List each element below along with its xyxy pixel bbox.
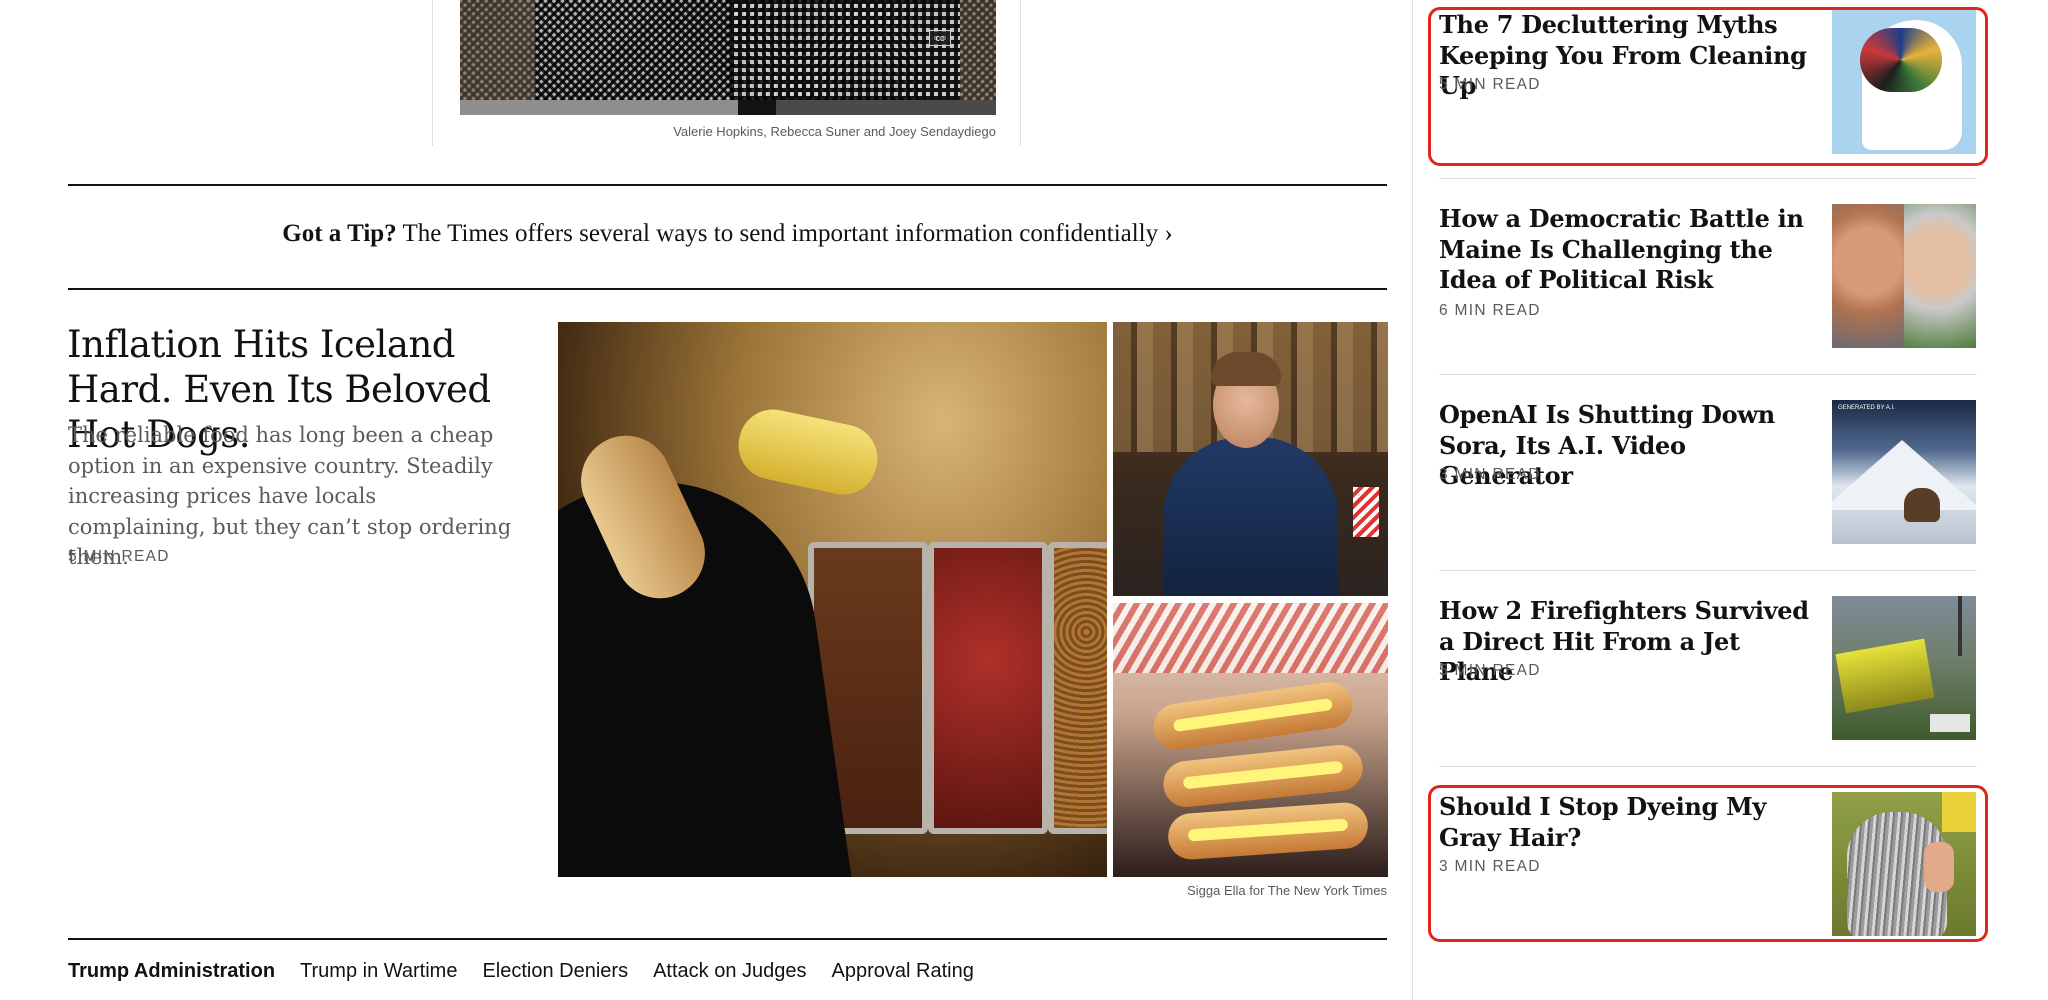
photo-detail	[1166, 801, 1370, 861]
thumb-detail	[1904, 488, 1940, 522]
sidebar-article[interactable]: Should I Stop Dyeing My Gray Hair? 3 MIN…	[1439, 792, 1977, 936]
photo-detail	[1048, 542, 1107, 834]
thumb-detail	[1924, 842, 1954, 892]
sidebar-rule	[1439, 178, 1977, 179]
sidebar-article-thumbnail[interactable]	[1832, 204, 1976, 348]
sidebar-article[interactable]: How 2 Firefighters Survived a Direct Hit…	[1439, 596, 1977, 740]
sidebar-rule	[1439, 374, 1977, 375]
sidebar-article-thumbnail[interactable]	[1832, 10, 1976, 154]
sidebar-article-title[interactable]: Should I Stop Dyeing My Gray Hair?	[1439, 792, 1809, 853]
sidebar-article-read-time: 5 MIN READ	[1439, 662, 1541, 679]
sidebar-article-thumbnail[interactable]	[1832, 792, 1976, 936]
section-rule	[68, 184, 1387, 186]
sidebar-article-thumbnail[interactable]	[1832, 596, 1976, 740]
photo-detail	[1113, 603, 1388, 673]
sidebar-article-read-time: 6 MIN READ	[1439, 302, 1541, 319]
sidebar-article[interactable]: How a Democratic Battle in Maine Is Chal…	[1439, 204, 1977, 348]
thumb-detail	[1942, 792, 1976, 832]
sidebar-rule	[1439, 766, 1977, 767]
sidebar-article-thumbnail[interactable]: GENERATED BY A.I.	[1832, 400, 1976, 544]
video-progress-marker[interactable]	[738, 100, 776, 115]
video-progress-bar[interactable]	[460, 100, 996, 115]
story-photo-hotdogs[interactable]	[1113, 603, 1388, 877]
photo-detail	[1163, 437, 1338, 596]
topic-nav-item[interactable]: Trump in Wartime	[300, 960, 457, 983]
photo-detail	[732, 403, 884, 501]
thumb-detail	[1835, 638, 1935, 714]
photo-detail	[1150, 679, 1356, 753]
sidebar-rule	[1439, 570, 1977, 571]
tip-lead[interactable]: Got a Tip?	[282, 220, 396, 247]
story-photo-main[interactable]	[558, 322, 1107, 877]
thumb-detail	[1860, 28, 1942, 92]
tip-text[interactable]: The Times offers several ways to send im…	[397, 220, 1172, 247]
story-photo-vendor[interactable]	[1113, 322, 1388, 596]
column-divider	[1020, 0, 1021, 146]
sidebar-article-title[interactable]: How a Democratic Battle in Maine Is Chal…	[1439, 204, 1809, 296]
photo-detail	[1211, 352, 1281, 386]
sidebar-article-read-time: 3 MIN READ	[1439, 858, 1541, 875]
topic-nav-item[interactable]: Election Deniers	[482, 960, 628, 983]
ai-generated-tag: GENERATED BY A.I.	[1838, 405, 1895, 411]
photo-detail	[928, 542, 1048, 834]
sidebar-article-read-time: 5 MIN READ	[1439, 76, 1541, 93]
closed-captions-icon[interactable]: cc	[929, 30, 951, 46]
photo-credit: Sigga Ella for The New York Times	[1187, 883, 1387, 898]
video-player[interactable]: cc	[460, 0, 996, 100]
section-rule	[68, 938, 1387, 940]
topic-nav-lead[interactable]: Trump Administration	[68, 960, 275, 983]
story-read-time: 5 MIN READ	[68, 548, 170, 565]
topic-nav-item[interactable]: Approval Rating	[832, 960, 974, 983]
sidebar-article-read-time: 3 MIN READ	[1439, 466, 1541, 483]
section-rule	[68, 288, 1387, 290]
thumb-detail	[1832, 204, 1904, 348]
sidebar-divider	[1412, 0, 1413, 1000]
video-frame-jacket	[730, 0, 960, 100]
column-divider	[432, 0, 433, 146]
photo-detail	[1161, 742, 1365, 810]
video-credit: Valerie Hopkins, Rebecca Suner and Joey …	[673, 124, 996, 139]
thumb-detail	[1904, 204, 1976, 348]
video-progress-remaining	[776, 100, 996, 115]
thumb-detail	[1958, 596, 1962, 656]
sidebar-article[interactable]: The 7 Decluttering Myths Keeping You Fro…	[1439, 10, 1977, 154]
sidebar-article[interactable]: OpenAI Is Shutting Down Sora, Its A.I. V…	[1439, 400, 1977, 544]
thumb-detail	[1930, 714, 1970, 732]
topic-nav-item[interactable]: Attack on Judges	[653, 960, 806, 983]
tip-banner[interactable]: Got a Tip? The Times offers several ways…	[68, 216, 1387, 252]
topic-nav: Trump Administration Trump in Wartime El…	[68, 956, 974, 986]
photo-detail	[1353, 487, 1379, 537]
